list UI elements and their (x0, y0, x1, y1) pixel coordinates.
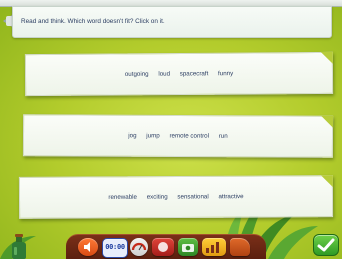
clock-readout: 00:00 (105, 243, 125, 251)
bottom-toolbar: 00:00 (66, 234, 266, 259)
word-card-1: outgoing loud spacecraft funny (24, 51, 334, 97)
word-option[interactable]: jog (128, 132, 136, 139)
word-row: renewable exciting sensational attractiv… (20, 193, 332, 202)
word-card-3: renewable exciting sensational attractiv… (18, 175, 334, 219)
word-row: jog jump remote control run (24, 132, 332, 141)
word-option[interactable]: sensational (177, 193, 208, 200)
check-button[interactable] (313, 234, 339, 256)
levels-icon[interactable] (202, 238, 226, 256)
instruction-text: Read and think. Which word doesn't fit? … (21, 18, 165, 25)
stop-icon[interactable] (152, 238, 174, 256)
word-option[interactable]: remote control (169, 132, 209, 139)
page-fold-corner (320, 175, 333, 188)
checkmark-icon (317, 238, 335, 252)
word-option[interactable]: jump (146, 132, 159, 139)
word-option[interactable]: run (219, 133, 228, 140)
word-option[interactable]: attractive (218, 193, 243, 200)
instruction-banner: Read and think. Which word doesn't fit? … (12, 6, 332, 38)
word-option[interactable]: exciting (147, 194, 168, 201)
word-option[interactable]: funny (218, 70, 233, 77)
word-row: outgoing loud spacecraft funny (26, 69, 332, 78)
speaker-icon[interactable] (78, 238, 98, 256)
activity-stage: Read and think. Which word doesn't fit? … (0, 0, 342, 259)
word-option[interactable]: loud (158, 71, 170, 78)
clock-icon[interactable]: 00:00 (102, 238, 128, 258)
word-card-2: jog jump remote control run (22, 114, 334, 158)
word-option[interactable]: renewable (108, 194, 137, 201)
page-fold-corner (320, 51, 333, 65)
gauge-icon[interactable] (130, 238, 148, 256)
word-option[interactable]: spacecraft (180, 70, 209, 77)
page-fold-corner (321, 115, 334, 128)
word-option[interactable]: outgoing (125, 71, 149, 78)
menu-icon[interactable] (230, 238, 250, 256)
bottle-icon[interactable] (8, 233, 30, 259)
camera-icon[interactable] (178, 238, 198, 256)
